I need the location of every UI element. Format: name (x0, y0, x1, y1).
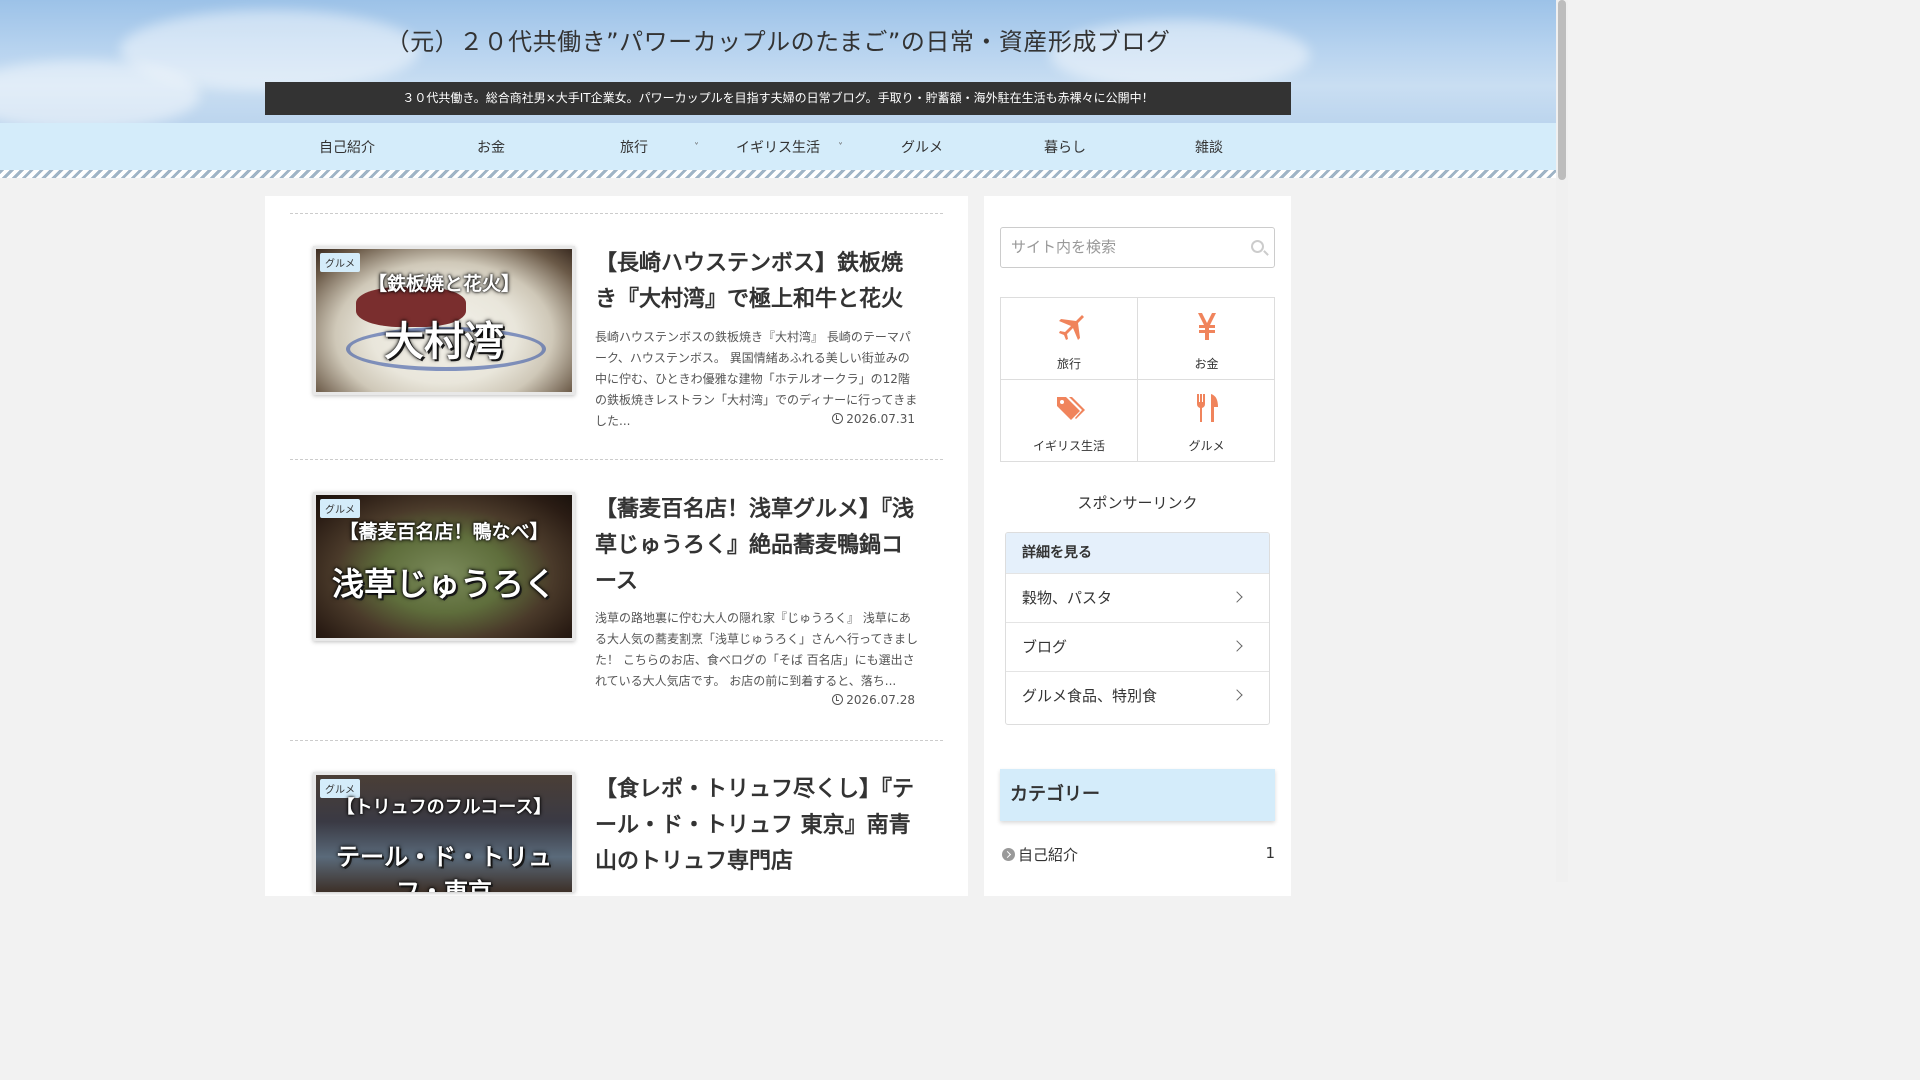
chevron-down-icon: ˅ (694, 142, 699, 153)
site-tagline: ３０代共働き。総合商社男×大手IT企業女。パワーカップルを目指す夫婦の日常ブログ… (265, 82, 1291, 115)
nav-item-gourmet[interactable]: グルメ (850, 123, 994, 173)
chevron-right-icon (1231, 689, 1243, 701)
ad-heading[interactable]: 詳細を見る (1006, 533, 1269, 573)
chevron-circle-icon (1002, 848, 1015, 861)
category-heading: カテゴリー (1000, 769, 1275, 821)
thumbnail-caption-main: テール・ド・トリュフ・東京 (336, 843, 552, 892)
utensils-icon (1197, 394, 1218, 422)
thumbnail-caption-main: 大村湾 (384, 319, 504, 365)
post-thumbnail[interactable]: グルメ 【蕎麦百名店！鴨なべ】 浅草じゅうろく (313, 492, 575, 641)
tile-uk-life[interactable]: イギリス生活 (1001, 380, 1138, 462)
post-title[interactable]: 【長崎ハウステンボス】鉄板焼き『大村湾』で極上和牛と花火 (595, 246, 920, 318)
ad-box: 詳細を見る 穀物、パスタ ブログ グルメ食品、特別食 (1005, 532, 1270, 725)
post-title[interactable]: 【蕎麦百名店！浅草グルメ】『浅草じゅうろく』絶品蕎麦鴨鍋コース (595, 492, 920, 600)
sidebar: サイト内を検索 旅行 お金 イギリス生活 グルメ スポンサーリンク 詳細を見る … (984, 196, 1291, 896)
scrollbar-thumb[interactable] (1558, 0, 1566, 180)
category-count: 1 (1265, 844, 1275, 862)
thumbnail-caption-top: 【鉄板焼と花火】 (367, 273, 520, 295)
site-header: （元）２０代共働き”パワーカップルのたまご”の日常・資産形成ブログ ３０代共働き… (0, 0, 1556, 123)
divider (290, 213, 943, 214)
nav-item-travel[interactable]: 旅行 (562, 123, 706, 173)
nav-item-chat[interactable]: 雑談 (1137, 123, 1281, 173)
divider (290, 740, 943, 741)
main-content: グルメ 【鉄板焼と花火】 大村湾 【長崎ハウステンボス】鉄板焼き『大村湾』で極上… (265, 196, 968, 896)
thumbnail-caption-main: 浅草じゅうろく (331, 565, 556, 603)
nav-stripe-divider (0, 170, 1556, 178)
yen-icon (1198, 313, 1216, 340)
tile-travel[interactable]: 旅行 (1001, 298, 1138, 380)
sponsor-label: スポンサーリンク (1077, 494, 1198, 512)
category-tiles: 旅行 お金 イギリス生活 グルメ (1000, 297, 1275, 462)
post-title[interactable]: 【食レポ・トリュフ尽くし】『テール・ド・トリュフ 東京』南青山のトリュフ専門店 (595, 772, 920, 880)
clock-icon (832, 413, 844, 424)
clock-icon (832, 694, 844, 705)
tags-icon (1057, 397, 1085, 420)
site-title[interactable]: （元）２０代共働き”パワーカップルのたまご”の日常・資産形成ブログ (0, 22, 1556, 57)
global-nav: 自己紹介 お金 旅行 ˅ イギリス生活 ˅ グルメ 暮らし 雑談 (0, 123, 1556, 173)
post-excerpt: 浅草の路地裏に佇む大人の隠れ家『じゅうろく』 浅草にある大人気の蕎麦割烹「浅草じ… (595, 611, 919, 688)
tile-gourmet[interactable]: グルメ (1138, 380, 1275, 462)
chevron-right-icon (1231, 640, 1243, 652)
nav-item-living[interactable]: 暮らし (993, 123, 1137, 173)
nav-item-uk-life[interactable]: イギリス生活 (706, 123, 850, 173)
post-date: 2026.07.28 (832, 693, 915, 707)
divider (290, 459, 943, 460)
ad-link-item[interactable]: ブログ (1006, 622, 1269, 671)
nav-item-money[interactable]: お金 (419, 123, 563, 173)
search-icon[interactable] (1251, 240, 1264, 253)
nav-item-self-intro[interactable]: 自己紹介 (275, 123, 419, 173)
tile-money[interactable]: お金 (1138, 298, 1275, 380)
category-item[interactable]: 自己紹介 1 (1002, 844, 1275, 866)
chevron-down-icon: ˅ (838, 142, 843, 153)
thumbnail-caption-top: 【蕎麦百名店！鴨なべ】 (339, 521, 549, 543)
chevron-right-icon (1231, 591, 1243, 603)
scrollbar[interactable] (1556, 0, 1568, 882)
ad-link-item[interactable]: グルメ食品、特別食 (1006, 671, 1269, 720)
thumbnail-caption-top: 【トリュフのフルコース】 (336, 797, 552, 818)
post-date: 2026.07.31 (832, 412, 915, 426)
ad-link-item[interactable]: 穀物、パスタ (1006, 573, 1269, 622)
search-input[interactable]: サイト内を検索 (1000, 227, 1275, 268)
category-badge: グルメ (320, 499, 360, 518)
airplane-icon (1059, 315, 1084, 340)
post-thumbnail[interactable]: グルメ 【鉄板焼と花火】 大村湾 (313, 246, 575, 395)
post-thumbnail[interactable]: グルメ 【トリュフのフルコース】 テール・ド・トリュフ・東京 (313, 772, 575, 892)
